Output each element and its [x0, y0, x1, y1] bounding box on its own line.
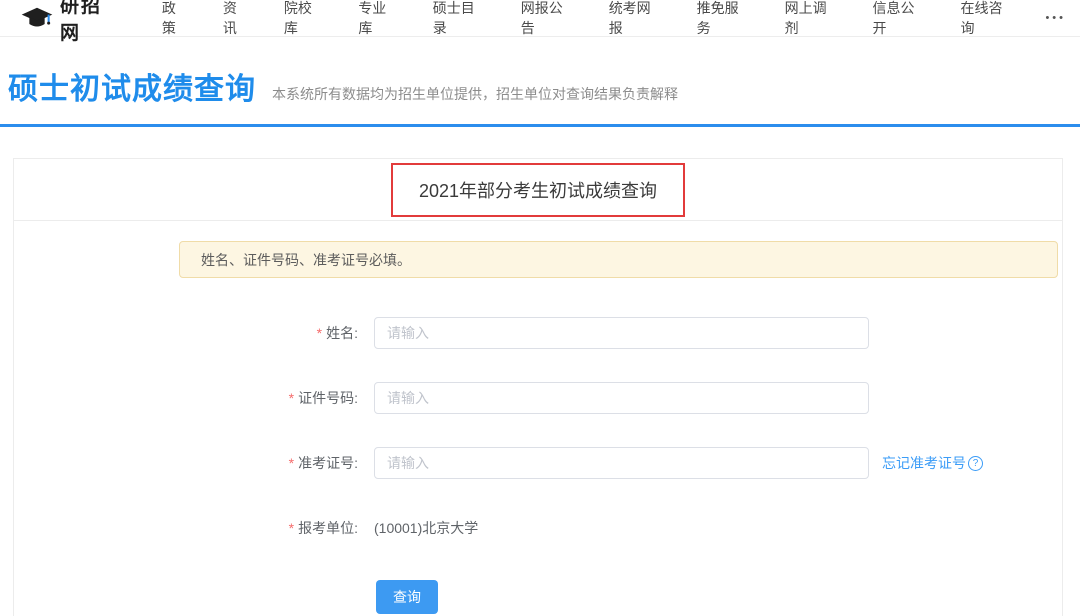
form-row-institution: *报考单位: (10001)北京大学 — [14, 512, 1062, 544]
nav-more-ellipsis[interactable]: ••• — [1031, 12, 1080, 24]
nav-item-college-library[interactable]: 院校库 — [267, 0, 341, 38]
form-row-name: *姓名: — [14, 317, 1062, 349]
required-asterisk: * — [317, 325, 322, 341]
nav-item-online-report-notice[interactable]: 网报公告 — [504, 0, 592, 38]
blue-divider-line — [0, 124, 1080, 127]
card-header: 2021年部分考生初试成绩查询 — [14, 159, 1062, 221]
score-query-card: 2021年部分考生初试成绩查询 姓名、证件号码、准考证号必填。 *姓名: *证件… — [13, 158, 1063, 616]
site-logo[interactable]: 研招网 — [20, 0, 121, 45]
alert-text: 姓名、证件号码、准考证号必填。 — [201, 250, 411, 270]
submit-row: 查询 — [14, 580, 1062, 614]
form-row-ticket-number: *准考证号: 忘记准考证号 ? — [14, 447, 1062, 479]
required-fields-alert: 姓名、证件号码、准考证号必填。 — [179, 241, 1058, 278]
id-number-label: *证件号码: — [14, 388, 358, 408]
required-asterisk: * — [289, 520, 294, 536]
page-title: 硕士初试成绩查询 — [8, 64, 256, 108]
nav-menu: 政策 资讯 院校库 专业库 硕士目录 网报公告 统考网报 推免服务 网上调剂 信… — [145, 0, 1080, 38]
nav-item-online-consult[interactable]: 在线咨询 — [944, 0, 1032, 38]
required-asterisk: * — [289, 455, 294, 471]
institution-label: *报考单位: — [14, 518, 358, 538]
ticket-number-input[interactable] — [374, 447, 869, 479]
name-label: *姓名: — [14, 323, 358, 343]
page-subtitle: 本系统所有数据均为招生单位提供，招生单位对查询结果负责解释 — [272, 84, 678, 104]
nav-item-master-catalog[interactable]: 硕士目录 — [416, 0, 504, 38]
id-number-input[interactable] — [374, 382, 869, 414]
institution-value: (10001)北京大学 — [374, 518, 478, 538]
annotation-red-box: 2021年部分考生初试成绩查询 — [391, 163, 685, 217]
required-asterisk: * — [289, 390, 294, 406]
card-title: 2021年部分考生初试成绩查询 — [419, 181, 657, 201]
form-row-id-number: *证件号码: — [14, 382, 1062, 414]
forgot-ticket-link[interactable]: 忘记准考证号 ? — [882, 453, 983, 473]
top-navigation-bar: 研招网 政策 资讯 院校库 专业库 硕士目录 网报公告 统考网报 推免服务 网上… — [0, 0, 1080, 37]
ticket-number-label: *准考证号: — [14, 453, 358, 473]
nav-item-exempt-service[interactable]: 推免服务 — [680, 0, 768, 38]
site-logo-text: 研招网 — [60, 0, 121, 45]
nav-item-policy[interactable]: 政策 — [145, 0, 206, 38]
nav-item-info-disclosure[interactable]: 信息公开 — [856, 0, 944, 38]
nav-item-online-adjustment[interactable]: 网上调剂 — [768, 0, 856, 38]
nav-item-major-library[interactable]: 专业库 — [341, 0, 415, 38]
nav-item-news[interactable]: 资讯 — [206, 0, 267, 38]
graduation-cap-icon — [20, 6, 54, 30]
name-input[interactable] — [374, 317, 869, 349]
page-header: 硕士初试成绩查询 本系统所有数据均为招生单位提供，招生单位对查询结果负责解释 — [0, 37, 1080, 108]
question-mark-icon: ? — [968, 456, 983, 471]
query-button[interactable]: 查询 — [376, 580, 438, 614]
nav-item-unified-exam-report[interactable]: 统考网报 — [592, 0, 680, 38]
